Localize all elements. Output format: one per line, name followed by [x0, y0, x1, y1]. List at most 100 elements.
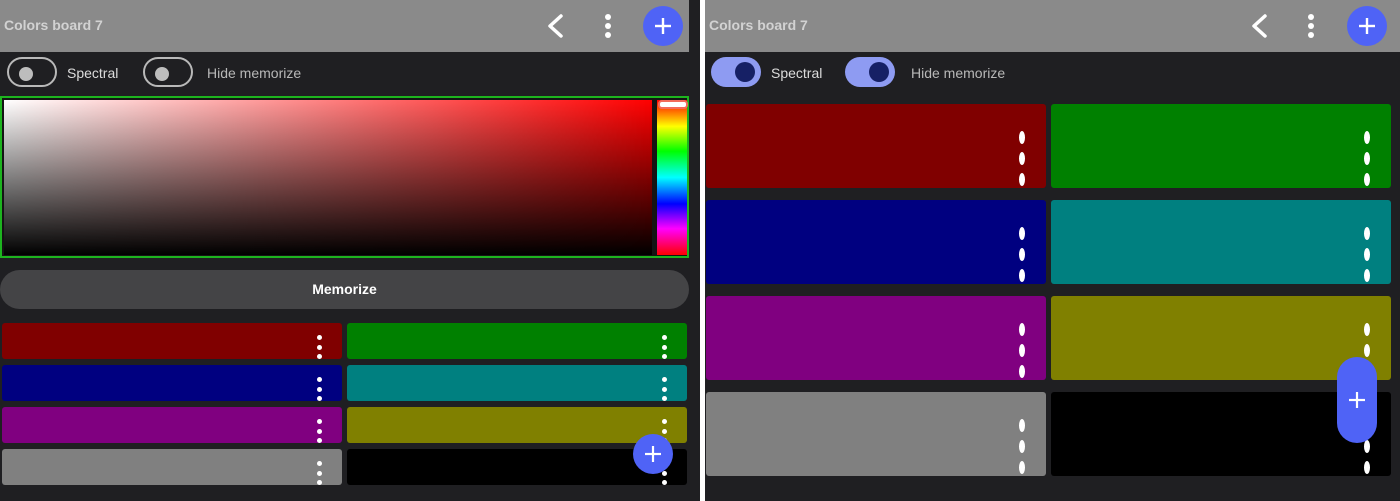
swatch-menu-icon[interactable]	[661, 377, 667, 401]
add-color-button[interactable]	[1337, 357, 1377, 443]
color-swatch[interactable]	[706, 104, 1046, 188]
menu-dot	[661, 419, 667, 424]
spectral-switch[interactable]	[711, 57, 761, 87]
menu-dot	[661, 386, 667, 392]
menu-dot	[661, 428, 667, 434]
menu-dot	[1019, 227, 1025, 240]
hue-slider[interactable]	[657, 100, 687, 255]
app-bar: Colors board 7	[705, 0, 1400, 52]
menu-dot	[316, 344, 322, 350]
menu-dot	[316, 438, 322, 443]
menu-dot	[316, 386, 322, 392]
color-picker	[0, 96, 689, 258]
color-swatch[interactable]	[706, 392, 1046, 476]
hue-handle[interactable]	[658, 100, 688, 109]
menu-dot	[661, 396, 667, 401]
add-button[interactable]	[1347, 6, 1387, 46]
menu-dot	[1019, 344, 1025, 357]
switch-knob	[735, 62, 755, 82]
color-swatch[interactable]	[347, 407, 687, 443]
plus-icon	[655, 18, 671, 34]
chevron-left-icon[interactable]	[545, 14, 567, 38]
hide-memorize-switch[interactable]	[845, 57, 895, 87]
menu-dot	[1019, 269, 1025, 282]
menu-dot	[1019, 152, 1025, 165]
right-screen: Colors board 7 Spectral Hide memorize	[705, 0, 1400, 501]
color-swatch[interactable]	[2, 407, 342, 443]
menu-dot	[1019, 131, 1025, 144]
color-swatch[interactable]	[706, 200, 1046, 284]
app-bar: Colors board 7	[0, 0, 689, 52]
swatch-menu-icon[interactable]	[1018, 323, 1026, 378]
swatch-menu-icon[interactable]	[1363, 131, 1371, 186]
menu-dot	[1364, 227, 1370, 240]
menu-dot	[316, 354, 322, 359]
menu-dot	[1364, 440, 1370, 453]
menu-dot	[1364, 344, 1370, 357]
menu-dot	[316, 377, 322, 382]
color-swatch[interactable]	[2, 323, 342, 359]
app-title: Colors board 7	[709, 17, 808, 33]
menu-dot	[316, 396, 322, 401]
color-swatch[interactable]	[2, 449, 342, 485]
saturation-value-area[interactable]	[4, 100, 652, 255]
color-swatch[interactable]	[347, 323, 687, 359]
more-vert-icon[interactable]	[1307, 13, 1315, 39]
swatch-menu-icon[interactable]	[316, 335, 322, 359]
menu-dot	[1364, 461, 1370, 474]
hide-memorize-label: Hide memorize	[207, 65, 302, 81]
memorize-button[interactable]: Memorize	[0, 270, 689, 309]
color-swatch[interactable]	[347, 365, 687, 401]
spectral-label: Spectral	[67, 65, 119, 81]
chevron-left-icon[interactable]	[1249, 14, 1271, 38]
color-swatch[interactable]	[1051, 200, 1391, 284]
menu-dot	[1364, 173, 1370, 186]
menu-dot	[661, 344, 667, 350]
hide-memorize-switch[interactable]	[143, 57, 193, 87]
menu-dot	[661, 354, 667, 359]
color-swatch[interactable]	[706, 296, 1046, 380]
menu-dot	[1364, 131, 1370, 144]
menu-dot	[316, 428, 322, 434]
add-color-button[interactable]	[633, 434, 673, 474]
menu-dot	[1364, 152, 1370, 165]
plus-icon	[645, 446, 661, 462]
menu-dot	[316, 461, 322, 466]
spectral-switch[interactable]	[7, 57, 57, 87]
swatch-menu-icon[interactable]	[1018, 419, 1026, 474]
menu-dot	[661, 480, 667, 485]
color-swatch[interactable]	[1051, 104, 1391, 188]
swatch-menu-icon[interactable]	[316, 377, 322, 401]
left-screen: Colors board 7 Spectral Hide memorize Me…	[0, 0, 700, 501]
swatch-menu-icon[interactable]	[1018, 227, 1026, 282]
menu-dot	[1364, 248, 1370, 261]
swatch-menu-icon[interactable]	[316, 461, 322, 485]
toggle-row: Spectral Hide memorize	[0, 56, 700, 90]
add-button[interactable]	[643, 6, 683, 46]
menu-dot	[1019, 461, 1025, 474]
menu-dot	[661, 377, 667, 382]
switch-knob	[19, 67, 33, 81]
swatch-menu-icon[interactable]	[316, 419, 322, 443]
switch-knob	[869, 62, 889, 82]
menu-dot	[1019, 365, 1025, 378]
menu-dot	[316, 335, 322, 340]
swatch-menu-icon[interactable]	[1363, 227, 1371, 282]
swatch-menu-icon[interactable]	[661, 335, 667, 359]
toggle-row: Spectral Hide memorize	[705, 56, 1400, 90]
swatch-menu-icon[interactable]	[1018, 131, 1026, 186]
menu-dot	[1019, 419, 1025, 432]
menu-dot	[1019, 440, 1025, 453]
menu-dot	[1019, 323, 1025, 336]
plus-icon	[1359, 18, 1375, 34]
hide-memorize-label: Hide memorize	[911, 65, 1006, 81]
menu-dot	[1019, 173, 1025, 186]
menu-dot	[1019, 248, 1025, 261]
more-vert-icon[interactable]	[604, 13, 612, 39]
spectral-label: Spectral	[771, 65, 823, 81]
menu-dot	[316, 419, 322, 424]
menu-dot	[661, 335, 667, 340]
color-swatch[interactable]	[2, 365, 342, 401]
menu-dot	[1364, 269, 1370, 282]
switch-knob	[155, 67, 169, 81]
